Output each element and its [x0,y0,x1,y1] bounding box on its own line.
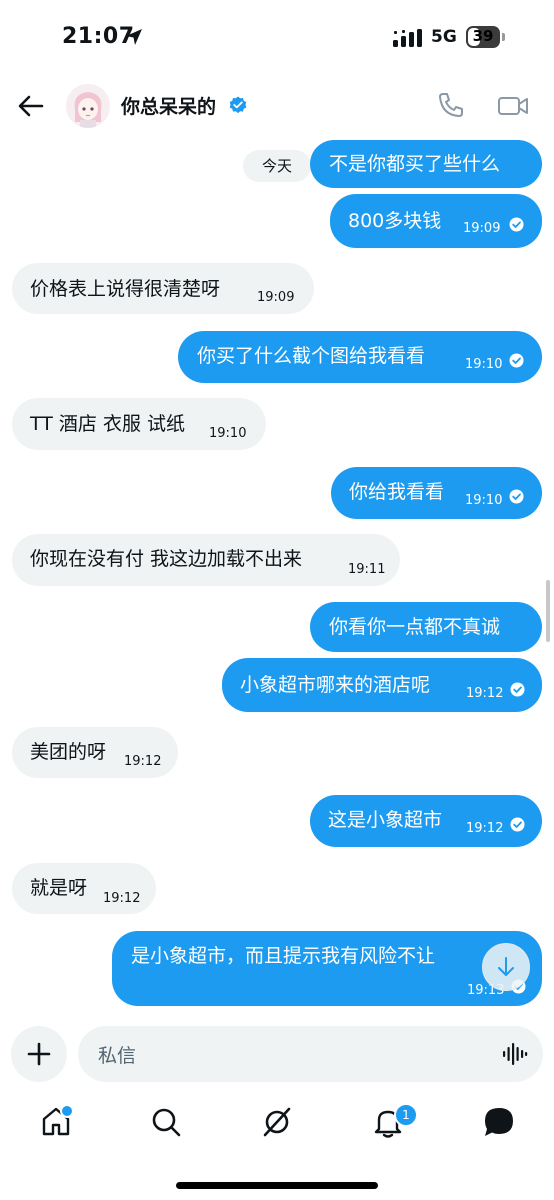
phone-call-icon[interactable] [436,90,466,120]
bottom-tab-bar: 1 [0,1090,554,1200]
message-text: 你现在没有付 我这边加载不出来 [30,548,303,570]
message-bubble-incoming[interactable]: 价格表上说得很清楚呀 19:09 [12,263,314,314]
message-text: 是小象超市，而且提示我有风险不让 [131,945,436,967]
battery-level: 39 [472,27,494,45]
message-bubble-incoming[interactable]: 你现在没有付 我这边加载不出来 19:11 [12,534,400,586]
home-indicator [176,1182,378,1189]
plus-icon [27,1042,51,1066]
read-check-icon [509,353,524,368]
message-bubble-incoming[interactable]: TT 酒店 衣服 试纸 19:10 [12,398,266,450]
message-bubble-outgoing[interactable]: 不是你都买了些什么 [310,140,542,188]
message-text: 不是你都买了些什么 [329,153,501,175]
back-arrow-icon[interactable] [16,91,46,121]
message-time: 19:10 [465,357,503,372]
message-text: TT 酒店 衣服 试纸 [30,413,185,435]
arrow-down-icon [498,957,514,976]
video-call-icon[interactable] [497,92,529,120]
read-check-icon [509,217,524,232]
grok-icon[interactable] [259,1104,295,1140]
contact-name[interactable]: 你总呆呆的 [121,92,216,119]
message-text: 你给我看看 [349,481,445,503]
message-bubble-outgoing[interactable]: 你给我看看 19:10 [331,467,542,519]
message-time: 19:12 [466,686,504,701]
message-composer: 私信 [0,1020,554,1090]
verified-badge-icon [229,96,247,114]
message-bubble-outgoing[interactable]: 800多块钱 19:09 [330,194,542,248]
message-bubble-outgoing[interactable]: 小象超市哪来的酒店呢 19:12 [222,658,542,712]
avatar-image [66,84,110,128]
read-check-icon [509,489,524,504]
location-arrow-icon [126,29,142,45]
messages-icon[interactable] [481,1104,517,1140]
message-text: 价格表上说得很清楚呀 [30,278,221,300]
add-media-button[interactable] [11,1026,67,1082]
message-text: 这是小象超市 [328,809,443,831]
message-text: 小象超市哪来的酒店呢 [240,674,431,696]
message-bubble-outgoing[interactable]: 这是小象超市 19:12 [310,795,542,847]
message-list[interactable]: 今天 不是你都买了些什么 800多块钱 19:09 价格表上说得很清楚呀 19:… [0,140,554,1020]
message-text: 就是呀 [30,877,88,899]
message-bubble-incoming[interactable]: 就是呀 19:12 [12,863,156,914]
avatar[interactable] [66,84,110,128]
date-divider: 今天 [243,150,311,182]
signal-icon [393,29,422,47]
chat-header: 你总呆呆的 [0,72,554,140]
message-bubble-outgoing[interactable]: 你看你一点都不真诚 [310,602,542,652]
message-input[interactable]: 私信 [78,1026,543,1082]
search-icon[interactable] [148,1104,184,1140]
message-text: 你看你一点都不真诚 [329,616,501,638]
notification-count-badge: 1 [394,1103,418,1127]
read-check-icon [510,817,525,832]
status-bar: 21:07 5G 39 [0,0,554,72]
message-time: 19:12 [124,754,162,769]
read-check-icon [510,682,525,697]
scroll-to-bottom-button[interactable] [482,943,530,991]
message-text: 美团的呀 [30,741,107,763]
message-input-placeholder: 私信 [98,1045,137,1067]
message-time: 19:09 [257,290,295,305]
message-bubble-outgoing[interactable]: 是小象超市，而且提示我有风险不让 19:13 [112,931,542,1006]
network-type: 5G [431,27,457,47]
message-text: 800多块钱 [348,210,442,232]
message-time: 19:11 [348,562,386,577]
message-bubble-outgoing[interactable]: 你买了什么截个图给我看看 19:10 [178,331,542,383]
message-time: 19:09 [463,221,501,236]
message-time: 19:10 [209,426,247,441]
home-new-dot [60,1104,74,1118]
scrollbar[interactable] [546,580,550,642]
message-time: 19:10 [465,493,503,508]
message-time: 19:12 [103,891,141,906]
battery-icon: 39 [466,26,506,48]
message-bubble-incoming[interactable]: 美团的呀 19:12 [12,727,178,778]
message-text: 你买了什么截个图给我看看 [197,345,426,367]
voice-waveform-icon[interactable] [502,1042,528,1066]
message-time: 19:12 [466,821,504,836]
